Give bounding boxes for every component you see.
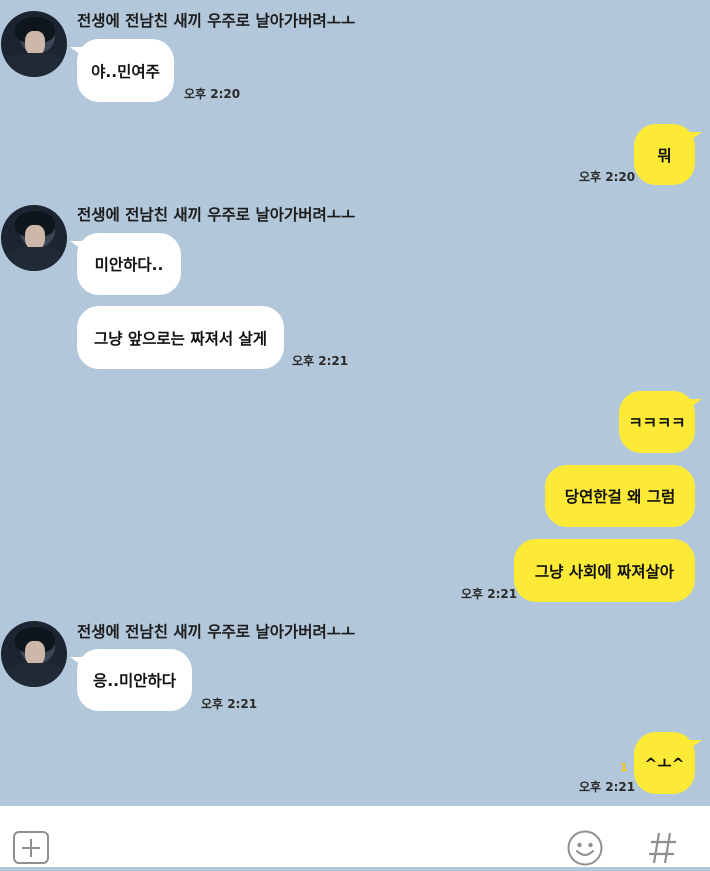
message-bubble-outgoing[interactable]: ^ㅗ^ [634,732,702,794]
message-bubble-outgoing[interactable]: ㅋㅋㅋㅋ [619,391,702,453]
message-bubble-incoming[interactable]: 그냥 앞으로는 짜져서 살게 [77,306,284,369]
message-bubble-outgoing[interactable]: 뭐 [634,124,702,185]
contact-avatar[interactable] [1,621,67,687]
contact-avatar[interactable] [1,205,67,271]
sender-name: 전생에 전남친 새끼 우주로 날아가버려ㅗㅗ [77,623,356,641]
message-bubble-incoming[interactable]: 야..민여주 [70,39,174,102]
emoji-icon[interactable] [566,829,604,867]
sender-name: 전생에 전남친 새끼 우주로 날아가버려ㅗㅗ [77,206,356,224]
unread-count: 1 [620,761,628,774]
message-time: 오후 2:21 [461,587,518,601]
plus-icon[interactable] [13,831,49,864]
message-time: 오후 2:21 [292,354,349,368]
hash-icon[interactable] [646,829,680,867]
message-time: 오후 2:20 [184,87,241,101]
message-bubble-incoming[interactable]: 응..미안하다 [70,649,192,711]
chat-area: 전생에 전남친 새끼 우주로 날아가버려ㅗㅗ 야..민여주 오후 2:20 뭐 … [0,0,710,806]
message-bubble-incoming[interactable]: 미안하다.. [70,233,181,295]
message-bubble-outgoing[interactable]: 그냥 사회에 짜져살아 [514,539,695,602]
message-time: 오후 2:20 [579,170,636,184]
message-time: 오후 2:21 [201,697,258,711]
message-bubble-outgoing[interactable]: 당연한걸 왜 그럼 [545,465,695,527]
sender-name: 전생에 전남친 새끼 우주로 날아가버려ㅗㅗ [77,12,356,30]
message-time: 오후 2:21 [579,780,636,794]
contact-avatar[interactable] [1,11,67,77]
